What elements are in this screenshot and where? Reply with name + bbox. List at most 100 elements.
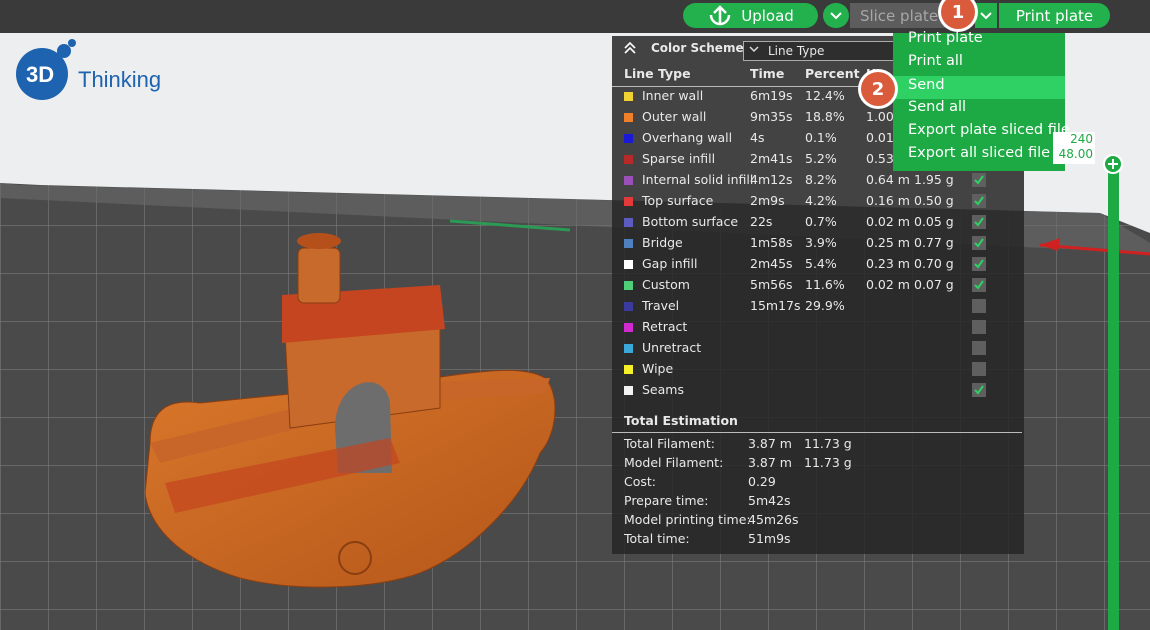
total-row: Model Filament: 3.87 m 11.73 g xyxy=(624,455,1024,474)
visibility-checkbox[interactable] xyxy=(972,236,986,250)
header-line-type: Line Type xyxy=(624,66,691,81)
line-type-row: Unretract xyxy=(612,338,1024,359)
color-swatch xyxy=(624,134,633,143)
line-type-length: 0.02 m xyxy=(866,277,910,292)
check-icon xyxy=(974,217,984,227)
visibility-checkbox[interactable] xyxy=(972,194,986,208)
slice-dropdown-button[interactable] xyxy=(823,3,849,28)
total-value-1: 45m26s xyxy=(748,512,799,527)
menu-item-print-plate[interactable]: Print plate xyxy=(893,29,1065,52)
line-type-name: Outer wall xyxy=(642,109,707,124)
total-estimation-title: Total Estimation xyxy=(624,413,738,428)
line-type-weight: 1.95 g xyxy=(914,172,954,187)
line-type-time: 4s xyxy=(750,130,765,145)
total-row: Prepare time: 5m42s xyxy=(624,493,1024,512)
chevron-down-icon xyxy=(749,46,759,53)
color-swatch xyxy=(624,365,633,374)
line-type-percent: 5.2% xyxy=(805,151,837,166)
total-row: Total time: 51m9s xyxy=(624,531,1024,550)
line-type-time: 22s xyxy=(750,214,773,229)
total-label: Prepare time: xyxy=(624,493,709,508)
total-row: Total Filament: 3.87 m 11.73 g xyxy=(624,436,1024,455)
total-row: Model printing time: 45m26s xyxy=(624,512,1024,531)
menu-item-send-all[interactable]: Send all xyxy=(893,98,1065,121)
total-value-1: 3.87 m xyxy=(748,455,792,470)
menu-item-label: Send all xyxy=(908,99,967,115)
collapse-icon[interactable] xyxy=(624,42,636,54)
print-plate-button[interactable]: Print plate xyxy=(999,3,1110,28)
visibility-checkbox[interactable] xyxy=(972,257,986,271)
layer-slider-label: 240 48.00 xyxy=(1053,132,1095,164)
visibility-checkbox[interactable] xyxy=(972,173,986,187)
line-type-time: 2m9s xyxy=(750,193,785,208)
visibility-checkbox[interactable] xyxy=(972,278,986,292)
color-swatch xyxy=(624,176,633,185)
line-type-percent: 29.9% xyxy=(805,298,845,313)
check-icon xyxy=(974,175,984,185)
line-type-row: Gap infill 2m45s 5.4% 0.23 m 0.70 g xyxy=(612,254,1024,275)
line-type-length: 0.25 m xyxy=(866,235,910,250)
total-value-1: 0.29 xyxy=(748,474,776,489)
line-type-name: Overhang wall xyxy=(642,130,733,145)
layer-slider-track[interactable] xyxy=(1108,158,1119,630)
total-value-2: 11.73 g xyxy=(804,455,852,470)
line-type-name: Internal solid infill xyxy=(642,172,754,187)
color-scheme-title: Color Scheme xyxy=(651,41,744,55)
visibility-checkbox[interactable] xyxy=(972,320,986,334)
slice-plate-button[interactable]: Slice plate xyxy=(850,3,948,28)
visibility-checkbox[interactable] xyxy=(972,341,986,355)
print-dropdown-button[interactable] xyxy=(975,3,997,28)
line-type-length: 0.64 m xyxy=(866,172,910,187)
menu-item-label: Send xyxy=(908,77,945,93)
line-type-weight: 0.50 g xyxy=(914,193,954,208)
line-type-length: 0.01 xyxy=(866,130,894,145)
color-scheme-select[interactable]: Line Type xyxy=(743,41,897,61)
plus-icon xyxy=(1108,159,1118,169)
line-type-percent: 0.7% xyxy=(805,214,837,229)
color-swatch xyxy=(624,113,633,122)
line-type-name: Sparse infill xyxy=(642,151,716,166)
line-type-row: Bottom surface 22s 0.7% 0.02 m 0.05 g xyxy=(612,212,1024,233)
check-icon xyxy=(974,196,984,206)
line-type-percent: 0.1% xyxy=(805,130,837,145)
line-type-name: Travel xyxy=(642,298,680,313)
menu-item-send[interactable]: Send xyxy=(893,76,1065,99)
line-type-percent: 18.8% xyxy=(805,109,845,124)
menu-item-export-plate-sliced-file[interactable]: Export plate sliced file xyxy=(893,121,1070,144)
color-swatch xyxy=(624,218,633,227)
total-label: Model Filament: xyxy=(624,455,724,470)
line-type-time: 1m58s xyxy=(750,235,793,250)
check-icon xyxy=(974,238,984,248)
menu-item-print-all[interactable]: Print all xyxy=(893,52,1065,75)
menu-item-label: Export plate sliced file xyxy=(908,122,1070,138)
layer-slider-handle[interactable] xyxy=(1103,154,1123,174)
logo-mark: 3D xyxy=(26,62,54,87)
line-type-percent: 11.6% xyxy=(805,277,845,292)
line-type-time: 9m35s xyxy=(750,109,793,124)
color-swatch xyxy=(624,260,633,269)
chevron-down-icon xyxy=(830,11,842,19)
line-type-name: Bottom surface xyxy=(642,214,739,229)
line-type-time: 2m45s xyxy=(750,256,793,271)
line-type-name: Custom xyxy=(642,277,690,292)
visibility-checkbox[interactable] xyxy=(972,383,986,397)
total-value-1: 3.87 m xyxy=(748,436,792,451)
line-type-percent: 5.4% xyxy=(805,256,837,271)
line-type-row: Internal solid infill 4m12s 8.2% 0.64 m 1.95… xyxy=(612,170,1024,191)
visibility-checkbox[interactable] xyxy=(972,362,986,376)
visibility-checkbox[interactable] xyxy=(972,215,986,229)
total-label: Total Filament: xyxy=(624,436,715,451)
chevron-down-icon xyxy=(980,11,992,19)
line-type-time: 6m19s xyxy=(750,88,793,103)
line-type-time: 15m17s xyxy=(750,298,801,313)
upload-button[interactable]: Upload xyxy=(683,3,818,28)
menu-item-label: Print all xyxy=(908,53,963,69)
print-dropdown-menu: Print plate Print all Send Send all Expo… xyxy=(893,30,1070,171)
step-badge-2: 2 xyxy=(861,72,895,106)
line-type-name: Bridge xyxy=(642,235,683,250)
logo-text: Thinking xyxy=(78,67,162,92)
upload-icon xyxy=(709,4,731,25)
menu-item-export-all-sliced-file[interactable]: Export all sliced file xyxy=(893,144,1065,167)
total-value-2: 11.73 g xyxy=(804,436,852,451)
visibility-checkbox[interactable] xyxy=(972,299,986,313)
